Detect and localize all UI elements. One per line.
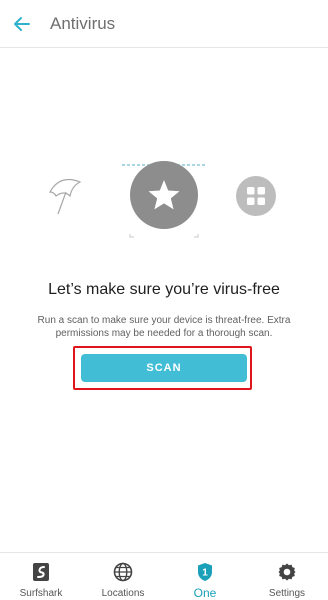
apps-grid-icon [236, 176, 276, 216]
shield-badge-number: 1 [202, 568, 208, 579]
surfshark-logo-icon [33, 563, 49, 581]
back-button[interactable] [0, 0, 44, 48]
app-header: Antivirus [0, 0, 328, 48]
antivirus-illustration [0, 150, 328, 240]
gear-icon [278, 563, 296, 581]
nav-label-settings: Settings [268, 588, 306, 599]
umbrella-icon [48, 179, 82, 215]
description: Run a scan to make sure your device is t… [37, 315, 291, 339]
arrow-left-icon [14, 16, 30, 31]
nav-item-one[interactable]: 1 One [164, 553, 246, 600]
page-title: Antivirus [50, 13, 116, 33]
nav-label-one: One [193, 586, 217, 600]
nav-item-locations[interactable]: Locations [82, 553, 164, 600]
shield-badge-icon: 1 [198, 563, 212, 581]
nav-label-locations: Locations [101, 588, 145, 599]
nav-label-surfshark: Surfshark [19, 588, 63, 599]
scan-button[interactable]: SCAN [81, 354, 247, 382]
star-icon [130, 161, 198, 229]
nav-item-surfshark[interactable]: Surfshark [0, 553, 82, 600]
globe-icon [113, 562, 133, 582]
headline: Let’s make sure you’re virus-free [48, 281, 280, 298]
nav-item-settings[interactable]: Settings [246, 553, 328, 600]
bottom-navigation: Surfshark Locations 1 One Settings [0, 552, 328, 600]
